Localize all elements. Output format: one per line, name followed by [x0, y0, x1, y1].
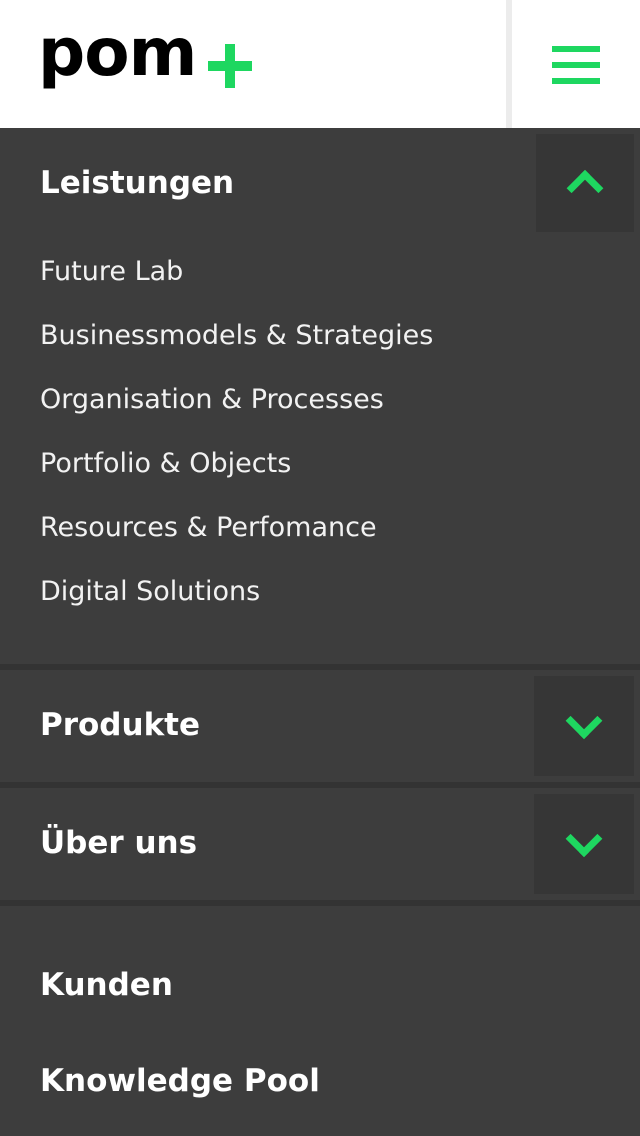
ueber-uns-toggle-button[interactable]: [534, 794, 634, 894]
chevron-up-icon: [566, 169, 604, 207]
top-header: pom: [0, 0, 640, 128]
menu-plain-links: Kunden Knowledge Pool: [0, 906, 640, 1136]
plus-icon: [208, 44, 253, 88]
chevron-down-icon: [565, 820, 603, 858]
menu-item-knowledge-pool[interactable]: Knowledge Pool: [40, 1066, 320, 1097]
submenu-item-future-lab[interactable]: Future Lab: [40, 258, 183, 285]
submenu-item-organisation-processes[interactable]: Organisation & Processes: [40, 386, 384, 413]
menu-section-title-produkte[interactable]: Produkte: [40, 710, 200, 741]
leistungen-toggle-button[interactable]: [536, 134, 634, 232]
chevron-down-icon: [565, 702, 603, 740]
submenu-item-resources-perfomance[interactable]: Resources & Perfomance: [40, 514, 377, 541]
produkte-toggle-button[interactable]: [534, 676, 634, 776]
menu-section-title-leistungen[interactable]: Leistungen: [40, 168, 234, 199]
submenu-item-businessmodels-strategies[interactable]: Businessmodels & Strategies: [40, 322, 433, 349]
menu-section-title-ueber-uns[interactable]: Über uns: [40, 828, 197, 859]
menu-section-produkte: Produkte: [0, 670, 640, 782]
logo-text: pom: [38, 14, 197, 91]
submenu-item-digital-solutions[interactable]: Digital Solutions: [40, 578, 260, 605]
pom-plus-logo[interactable]: pom: [38, 14, 253, 118]
submenu-item-portfolio-objects[interactable]: Portfolio & Objects: [40, 450, 291, 477]
menu-section-ueber-uns: Über uns: [0, 788, 640, 900]
menu-section-leistungen: Leistungen Future Lab Businessmodels & S…: [0, 128, 640, 664]
hamburger-menu-icon: [552, 46, 600, 84]
menu-item-kunden[interactable]: Kunden: [40, 970, 173, 1001]
menu-toggle-button[interactable]: [512, 0, 640, 128]
